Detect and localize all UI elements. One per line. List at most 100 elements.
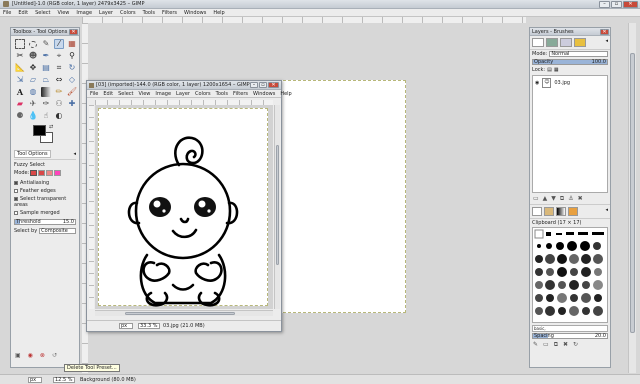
raise-layer-icon[interactable]: ▲ bbox=[543, 195, 548, 203]
minimize-button[interactable]: – bbox=[599, 0, 610, 8]
scale-icon[interactable]: ⇲ bbox=[15, 75, 25, 85]
img-menu-view[interactable]: View bbox=[139, 91, 151, 97]
scissors-icon[interactable]: ✂ bbox=[15, 51, 25, 61]
bucket-fill-icon[interactable]: ◍ bbox=[28, 87, 38, 97]
perspective-icon[interactable]: ⏢ bbox=[41, 75, 51, 85]
dock-menu-icon[interactable]: ◂ bbox=[605, 38, 608, 47]
duplicate-layer-icon[interactable]: ⧉ bbox=[560, 195, 564, 203]
patterns-tab-icon[interactable] bbox=[544, 207, 554, 216]
flip-icon[interactable]: ⇔ bbox=[54, 75, 64, 85]
reset-preset-icon[interactable]: ↺ bbox=[52, 352, 57, 359]
channels-tab-icon[interactable] bbox=[546, 38, 558, 47]
lower-layer-icon[interactable]: ▼ bbox=[551, 195, 556, 203]
heal-icon[interactable]: ✚ bbox=[67, 99, 77, 109]
layers-close-button[interactable]: ✕ bbox=[600, 28, 609, 35]
pencil-icon[interactable]: ✏ bbox=[54, 87, 64, 97]
feather-option[interactable]: Feather edges bbox=[14, 188, 76, 194]
rotate-icon[interactable]: ↻ bbox=[67, 63, 77, 73]
swap-colors-icon[interactable]: ⇄ bbox=[49, 124, 53, 130]
img-menu-help[interactable]: Help bbox=[280, 91, 291, 97]
select-by-dropdown[interactable]: Composite bbox=[39, 228, 76, 234]
paths-tab-icon[interactable] bbox=[560, 38, 572, 47]
mode-add-icon[interactable] bbox=[38, 170, 46, 176]
mode-subtract-icon[interactable] bbox=[46, 170, 54, 176]
close-button[interactable]: ✕ bbox=[623, 0, 638, 8]
smudge-icon[interactable]: ☝ bbox=[41, 111, 51, 121]
color-select-icon[interactable]: ▦ bbox=[67, 39, 77, 49]
anchor-layer-icon[interactable]: ⚓ bbox=[568, 195, 573, 203]
feather-checkbox[interactable] bbox=[14, 188, 18, 193]
new-brush-icon[interactable]: ▭ bbox=[543, 341, 549, 349]
antialiasing-checkbox[interactable] bbox=[14, 180, 18, 185]
spacing-slider[interactable]: Spacing 20.0 bbox=[532, 333, 608, 339]
rect-select-icon[interactable] bbox=[15, 39, 25, 49]
menu-tools[interactable]: Tools bbox=[143, 10, 155, 16]
main-vscrollbar[interactable] bbox=[628, 23, 636, 373]
paths-icon[interactable]: ✒ bbox=[41, 51, 51, 61]
delete-brush-icon[interactable]: ✖ bbox=[563, 341, 568, 349]
merged-option[interactable]: Sample merged bbox=[14, 210, 76, 216]
layer-row[interactable]: ◉ ☺ 03.jpg bbox=[533, 76, 607, 90]
clone-icon[interactable]: ⚇ bbox=[54, 99, 64, 109]
crop-icon[interactable]: ⌗ bbox=[54, 63, 64, 73]
brushes-menu-icon[interactable]: ◂ bbox=[605, 207, 608, 216]
airbrush-icon[interactable]: ✈ bbox=[28, 99, 38, 109]
free-select-icon[interactable]: ✎ bbox=[41, 39, 51, 49]
layers-tab-icon[interactable] bbox=[532, 38, 544, 47]
zoom-icon[interactable]: ⚲ bbox=[67, 51, 77, 61]
toolbox-close-button[interactable]: ✕ bbox=[69, 28, 78, 35]
delete-layer-icon[interactable]: ✖ bbox=[578, 195, 583, 203]
image-close-button[interactable]: ✕ bbox=[268, 82, 279, 88]
refresh-brushes-icon[interactable]: ↻ bbox=[573, 341, 578, 349]
ellipse-select-icon[interactable] bbox=[28, 39, 38, 49]
transparent-checkbox[interactable] bbox=[14, 196, 18, 201]
blend-icon[interactable] bbox=[41, 87, 51, 97]
image-maximize-button[interactable]: ▫ bbox=[259, 82, 267, 88]
save-preset-icon[interactable]: ▣ bbox=[15, 352, 21, 359]
gradients-tab-icon[interactable] bbox=[556, 207, 566, 216]
img-menu-file[interactable]: File bbox=[90, 91, 98, 97]
mode-intersect-icon[interactable] bbox=[54, 170, 62, 176]
img-menu-colors[interactable]: Colors bbox=[195, 91, 211, 97]
menu-file[interactable]: File bbox=[3, 10, 11, 16]
foreground-color-swatch[interactable] bbox=[33, 125, 46, 136]
fonts-tab-icon[interactable] bbox=[568, 207, 578, 216]
img-menu-image[interactable]: Image bbox=[155, 91, 171, 97]
panel-menu-icon[interactable]: ◂ bbox=[73, 151, 76, 157]
foreground-select-icon[interactable]: ☻ bbox=[28, 51, 38, 61]
undo-tab-icon[interactable] bbox=[574, 38, 586, 47]
opacity-slider[interactable]: Opacity 100.0 bbox=[532, 59, 608, 65]
image-unit-select[interactable]: px bbox=[119, 322, 133, 329]
threshold-slider[interactable]: Threshold 15.0 bbox=[14, 219, 76, 225]
merged-checkbox[interactable] bbox=[14, 210, 18, 215]
img-menu-select[interactable]: Select bbox=[118, 91, 133, 97]
perspective-clone-icon[interactable]: ⚈ bbox=[15, 111, 25, 121]
layer-mode-dropdown[interactable]: Normal bbox=[549, 51, 608, 57]
color-picker-icon[interactable]: ⌖ bbox=[54, 51, 64, 61]
antialiasing-option[interactable]: Antialiasing bbox=[14, 180, 76, 186]
img-menu-tools[interactable]: Tools bbox=[216, 91, 228, 97]
lock-alpha-icon[interactable]: ▦ bbox=[554, 67, 559, 73]
image-vscroll-thumb[interactable] bbox=[276, 145, 279, 265]
menu-filters[interactable]: Filters bbox=[162, 10, 177, 16]
main-canvas[interactable] bbox=[268, 80, 406, 313]
duplicate-brush-icon[interactable]: ⧉ bbox=[554, 341, 558, 349]
img-menu-edit[interactable]: Edit bbox=[103, 91, 113, 97]
layer-name[interactable]: 03.jpg bbox=[554, 80, 570, 86]
img-menu-windows[interactable]: Windows bbox=[253, 91, 275, 97]
measure-icon[interactable]: 📐 bbox=[15, 63, 25, 73]
menu-windows[interactable]: Windows bbox=[184, 10, 206, 16]
lock-pixels-icon[interactable]: ▤ bbox=[547, 67, 552, 73]
image-canvas[interactable] bbox=[95, 105, 273, 309]
ink-icon[interactable]: ✑ bbox=[41, 99, 51, 109]
dodge-burn-icon[interactable]: ◐ bbox=[54, 111, 64, 121]
img-menu-layer[interactable]: Layer bbox=[176, 91, 190, 97]
brush-tags[interactable]: basic, bbox=[532, 325, 608, 332]
maximize-button[interactable]: ▫ bbox=[611, 0, 622, 8]
mode-replace-icon[interactable] bbox=[30, 170, 38, 176]
shear-icon[interactable]: ▱ bbox=[28, 75, 38, 85]
restore-preset-icon[interactable]: ◉ bbox=[28, 352, 33, 359]
tool-options-tab[interactable]: Tool Options bbox=[14, 150, 51, 158]
main-vscroll-thumb[interactable] bbox=[630, 53, 635, 333]
main-zoom-select[interactable]: 12.5 % bbox=[53, 376, 75, 383]
